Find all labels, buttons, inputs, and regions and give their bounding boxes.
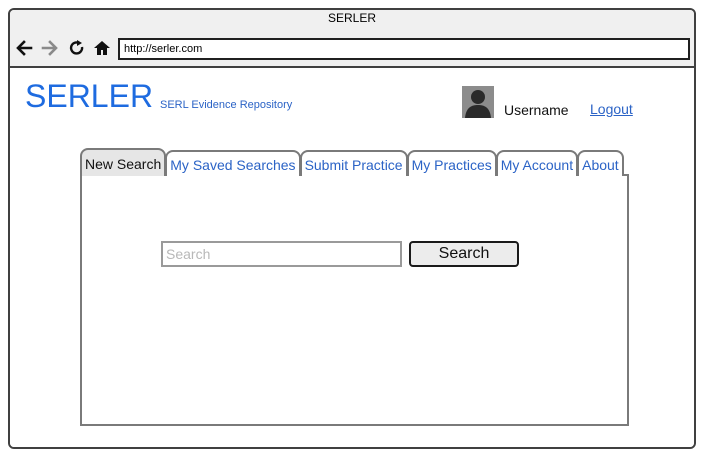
- user-avatar-icon: [462, 86, 494, 118]
- tab-submit-practice[interactable]: Submit Practice: [299, 150, 408, 176]
- search-input[interactable]: [161, 241, 402, 267]
- tab-my-account[interactable]: My Account: [495, 150, 579, 176]
- search-button[interactable]: Search: [409, 241, 519, 267]
- tab-about[interactable]: About: [577, 150, 624, 176]
- page-content: SERLER SERL Evidence Repository Username…: [10, 68, 694, 447]
- browser-toolbar: http://serler.com: [10, 32, 694, 68]
- window-title: SERLER: [327, 11, 377, 25]
- tab-bar: New Search My Saved Searches Submit Prac…: [80, 148, 624, 176]
- tab-my-saved-searches[interactable]: My Saved Searches: [165, 150, 301, 176]
- site-tagline: SERL Evidence Repository: [160, 99, 293, 111]
- arrow-right-icon[interactable]: [40, 38, 60, 58]
- site-logo-text: SERLER: [25, 78, 154, 114]
- home-icon[interactable]: [92, 38, 112, 58]
- arrow-left-icon[interactable]: [14, 38, 34, 58]
- tab-new-search[interactable]: New Search: [80, 148, 167, 176]
- window-titlebar: SERLER: [10, 10, 694, 32]
- username-label: Username: [504, 102, 569, 118]
- reload-icon[interactable]: [67, 38, 87, 58]
- browser-window: SERLER http://serler.com SERLER SERL Evi…: [8, 8, 696, 449]
- tab-panel: [80, 174, 629, 426]
- logout-link[interactable]: Logout: [590, 101, 633, 117]
- tab-my-practices[interactable]: My Practices: [406, 150, 497, 176]
- url-bar[interactable]: http://serler.com: [118, 38, 690, 60]
- url-text: http://serler.com: [124, 43, 203, 55]
